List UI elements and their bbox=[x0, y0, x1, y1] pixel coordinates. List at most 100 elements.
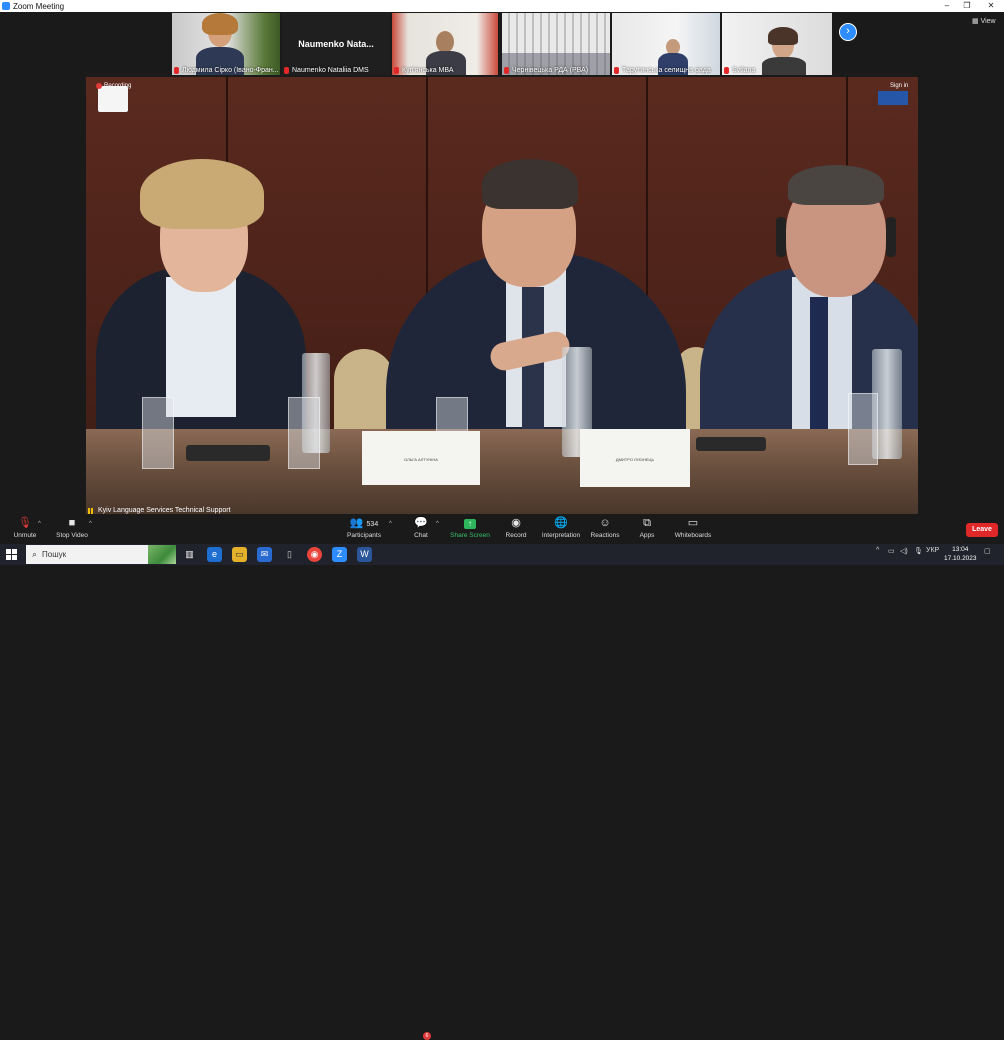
main-video: ОЛЬГА АЛТУНІНА ДМИТРО ЛУБІНЕЦЬ bbox=[86, 77, 918, 514]
title-bar: Zoom Meeting – ❐ ✕ bbox=[0, 0, 1004, 12]
globe-icon: 🌐 bbox=[554, 517, 568, 529]
share-screen-button[interactable]: ↑ Share Screen bbox=[445, 517, 495, 539]
mic-tray-icon[interactable]: 🎙 bbox=[914, 547, 923, 555]
nameplate: ДМИТРО ЛУБІНЕЦЬ bbox=[580, 429, 690, 487]
microphone-base bbox=[696, 437, 766, 451]
nameplate-text: ОЛЬГА АЛТУНІНА bbox=[404, 457, 438, 462]
muted-mic-icon bbox=[174, 67, 179, 74]
whiteboards-label: Whiteboards bbox=[674, 532, 712, 539]
video-camera-icon: ■ bbox=[68, 517, 76, 529]
muted-mic-icon: 🎙 bbox=[18, 517, 32, 529]
tray-overflow-icon[interactable]: ^ bbox=[876, 547, 879, 554]
windows-taskbar: ⌕ Пошук ▥ e ▭ ✉ ▯ ◉ Z W ^ ▭ ◁) 🎙 УКР 13:… bbox=[0, 544, 1004, 565]
participant-name: Naumenko Nataliia DMS bbox=[292, 67, 369, 74]
record-label: Record bbox=[505, 532, 527, 539]
interpretation-label: Interpretation bbox=[541, 532, 581, 539]
sign-in-label: Sign in bbox=[890, 83, 909, 89]
stop-video-label: Stop Video bbox=[56, 532, 88, 539]
muted-mic-icon bbox=[614, 67, 619, 74]
share-screen-label: Share Screen bbox=[450, 532, 490, 539]
muted-mic-icon bbox=[394, 67, 399, 74]
apps-label: Apps bbox=[639, 532, 655, 539]
file-explorer-icon[interactable]: ▭ bbox=[232, 547, 247, 562]
leave-button[interactable]: Leave bbox=[966, 523, 998, 537]
chevron-right-icon[interactable]: › bbox=[839, 23, 857, 41]
zoom-icon[interactable]: Z bbox=[332, 547, 347, 562]
apps-button[interactable]: ⧉ Apps bbox=[622, 517, 672, 539]
conference-table bbox=[86, 429, 918, 514]
record-button[interactable]: ◉ Record bbox=[491, 517, 541, 539]
participant-tile[interactable]: Naumenko Nata... Naumenko Nataliia DMS bbox=[282, 13, 390, 75]
participant-name: Чернівецька РДА (РВА) bbox=[512, 67, 589, 74]
muted-mic-icon bbox=[504, 67, 509, 74]
chevron-up-icon[interactable]: ^ bbox=[89, 521, 92, 527]
restore-button[interactable]: ❐ bbox=[958, 0, 976, 12]
nameplate: ОЛЬГА АЛТУНІНА bbox=[362, 431, 480, 485]
word-icon[interactable]: W bbox=[357, 547, 372, 562]
participant-name: Людмила Сірко (Івано-Фран... bbox=[182, 67, 279, 74]
notifications-icon[interactable]: ▢ bbox=[984, 547, 991, 555]
glass bbox=[142, 397, 174, 469]
participant-tile[interactable]: Тарутинська селищна рада bbox=[612, 13, 720, 75]
chevron-up-icon[interactable]: ^ bbox=[389, 521, 392, 527]
close-window-button[interactable]: ✕ bbox=[982, 0, 1000, 12]
recording-dot-icon bbox=[96, 83, 102, 89]
interpretation-button[interactable]: 🌐 Interpretation bbox=[536, 517, 586, 539]
record-icon: ◉ bbox=[511, 517, 521, 529]
mail-icon[interactable]: ✉ bbox=[257, 547, 272, 562]
clock-date: 17.10.2023 bbox=[944, 555, 977, 562]
minimize-button[interactable]: – bbox=[938, 0, 956, 12]
window-title: Zoom Meeting bbox=[13, 1, 65, 11]
muted-mic-icon bbox=[284, 67, 289, 74]
search-highlight-image bbox=[148, 545, 176, 564]
council-of-europe-logo-icon bbox=[878, 91, 908, 105]
participants-label: Participants bbox=[347, 532, 381, 539]
muted-mic-icon bbox=[724, 67, 729, 74]
participant-display-name: Naumenko Nata... bbox=[298, 39, 374, 49]
participant-tile[interactable]: Куп'янська МВА bbox=[392, 13, 498, 75]
unmute-button[interactable]: 🎙 Unmute bbox=[0, 517, 50, 539]
participant-name: Svtlana bbox=[732, 67, 756, 74]
taskbar-search[interactable]: ⌕ Пошук bbox=[26, 545, 176, 564]
unmute-label: Unmute bbox=[13, 532, 37, 539]
volume-icon[interactable]: ◁) bbox=[900, 547, 908, 555]
glass bbox=[288, 397, 320, 469]
recording-indicator: Recording bbox=[96, 83, 131, 89]
audio-level-icon bbox=[88, 507, 95, 514]
glass bbox=[848, 393, 878, 465]
nameplate-text: ДМИТРО ЛУБІНЕЦЬ bbox=[615, 457, 655, 462]
search-placeholder: Пошук bbox=[42, 550, 67, 559]
participant-name: Куп'янська МВА bbox=[402, 67, 454, 74]
share-screen-icon: ↑ bbox=[464, 519, 476, 529]
participants-icon: 👥 534 bbox=[349, 517, 379, 529]
participants-button[interactable]: 👥 534 Participants bbox=[339, 517, 389, 539]
participant-tile[interactable]: Чернівецька РДА (РВА) bbox=[502, 13, 610, 75]
chrome-icon[interactable]: ◉ bbox=[307, 547, 322, 562]
active-speaker-name: Kyiv Language Services Technical Support bbox=[98, 507, 231, 514]
app-icon[interactable]: ▯ bbox=[282, 547, 297, 562]
chat-label: Chat bbox=[414, 532, 428, 539]
chevron-up-icon[interactable]: ^ bbox=[38, 521, 41, 527]
zoom-app-icon bbox=[2, 2, 10, 10]
whiteboards-button[interactable]: ▭ Whiteboards bbox=[668, 517, 718, 539]
chevron-up-icon[interactable]: ^ bbox=[436, 521, 439, 527]
participants-count: 534 bbox=[366, 521, 379, 528]
view-button-label: View bbox=[980, 18, 996, 25]
network-icon[interactable]: ▭ bbox=[888, 547, 895, 555]
language-indicator[interactable]: УКР bbox=[926, 547, 939, 554]
view-button[interactable]: ▦ View bbox=[972, 17, 996, 25]
meeting-toolbar: 🎙 Unmute ^ ■ Stop Video ^ 👥 534 Participant… bbox=[0, 515, 1004, 1040]
taskbar-clock[interactable]: 13:04 17.10.2023 bbox=[944, 545, 977, 563]
apps-icon: ⧉ bbox=[643, 517, 651, 529]
reactions-label: Reactions bbox=[590, 532, 620, 539]
windows-start-icon[interactable] bbox=[6, 549, 17, 560]
headphones-icon bbox=[776, 217, 786, 257]
task-view-icon[interactable]: ▥ bbox=[182, 547, 197, 562]
edge-icon[interactable]: e bbox=[207, 547, 222, 562]
participant-tile[interactable]: Людмила Сірко (Івано-Фран... bbox=[172, 13, 280, 75]
chair bbox=[334, 349, 394, 439]
participant-name: Тарутинська селищна рада bbox=[622, 67, 711, 74]
participant-tile[interactable]: Svtlana bbox=[722, 13, 832, 75]
chat-icon: 💬 bbox=[414, 517, 428, 529]
participant-gallery-strip: Людмила Сірко (Івано-Фран... Naumenko Na… bbox=[0, 12, 1004, 76]
